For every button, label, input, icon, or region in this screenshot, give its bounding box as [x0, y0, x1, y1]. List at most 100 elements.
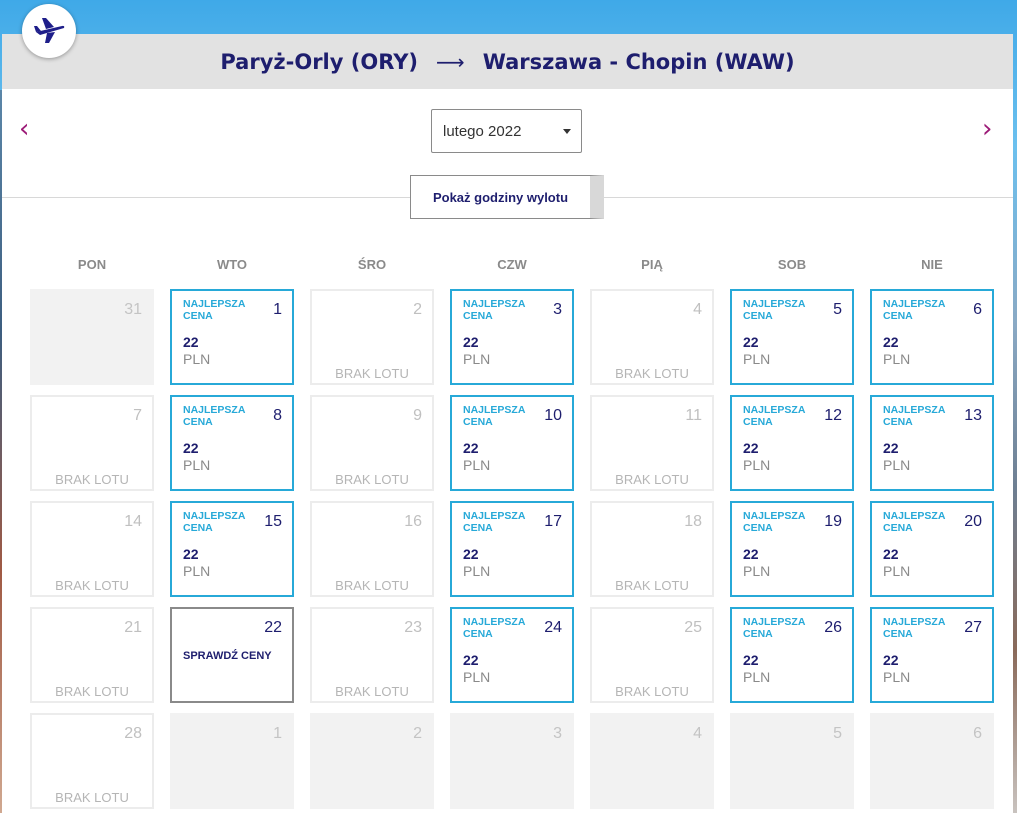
calendar-day-cell: 1: [170, 713, 294, 809]
previous-month-arrow[interactable]: ‹: [19, 116, 29, 142]
day-number: 1: [273, 301, 282, 318]
calendar-day-cell: BRAK LOTU 9: [310, 395, 434, 491]
day-number: 6: [973, 301, 982, 318]
price-value: 22: [883, 652, 899, 668]
best-price-badge: NAJLEPSZA CENA: [743, 298, 806, 322]
weekday-label: PON: [77, 257, 107, 272]
no-flight-label: BRAK LOTU: [55, 684, 129, 699]
calendar-day-cell[interactable]: SPRAWDŹ CENY 22: [170, 607, 294, 703]
no-flight-label: BRAK LOTU: [615, 366, 689, 381]
day-number: 17: [544, 513, 562, 530]
price-value: 22: [463, 440, 479, 456]
day-number: 3: [553, 301, 562, 318]
calendar-day-cell: BRAK LOTU 4: [590, 289, 714, 385]
calendar-day-cell: BRAK LOTU 18: [590, 501, 714, 597]
price-currency: PLN: [743, 351, 771, 367]
best-price-badge: NAJLEPSZA CENA: [743, 510, 806, 534]
price-currency: PLN: [463, 563, 491, 579]
calendar-day-cell[interactable]: NAJLEPSZA CENA 22 PLN 19: [730, 501, 854, 597]
best-price-badge: NAJLEPSZA CENA: [183, 510, 246, 534]
best-price-badge: NAJLEPSZA CENA: [883, 298, 946, 322]
no-flight-label: BRAK LOTU: [55, 472, 129, 487]
weekday-label: WTO: [216, 257, 248, 272]
price-value: 22: [883, 546, 899, 562]
day-number: 4: [693, 301, 702, 318]
best-price-badge: NAJLEPSZA CENA: [883, 404, 946, 428]
calendar-day-cell[interactable]: NAJLEPSZA CENA 22 PLN 5: [730, 289, 854, 385]
price-value: 22: [743, 652, 759, 668]
day-number: 20: [964, 513, 982, 530]
price-currency: PLN: [883, 457, 911, 473]
weekday-label: CZW: [497, 257, 527, 272]
calendar-day-cell: 4: [590, 713, 714, 809]
no-flight-label: BRAK LOTU: [335, 578, 409, 593]
calendar-day-cell[interactable]: NAJLEPSZA CENA 22 PLN 12: [730, 395, 854, 491]
origin-airport: Paryż-Orly (ORY): [220, 49, 419, 74]
day-number: 27: [964, 619, 982, 636]
calendar-day-cell[interactable]: NAJLEPSZA CENA 22 PLN 10: [450, 395, 574, 491]
weekday-label: SOB: [777, 257, 807, 272]
price-currency: PLN: [463, 457, 491, 473]
day-number: 2: [413, 725, 422, 742]
price-value: 22: [183, 440, 199, 456]
calendar-day-cell[interactable]: NAJLEPSZA CENA 22 PLN 17: [450, 501, 574, 597]
day-number: 24: [544, 619, 562, 636]
day-number: 6: [973, 725, 982, 742]
best-price-badge: NAJLEPSZA CENA: [883, 616, 946, 640]
price-value: 22: [463, 652, 479, 668]
month-select-value: lutego 2022: [443, 122, 522, 140]
calendar-day-cell[interactable]: NAJLEPSZA CENA 22 PLN 6: [870, 289, 994, 385]
price-currency: PLN: [883, 563, 911, 579]
best-price-badge: NAJLEPSZA CENA: [463, 510, 526, 534]
calendar-day-cell[interactable]: NAJLEPSZA CENA 22 PLN 24: [450, 607, 574, 703]
day-number: 7: [133, 407, 142, 424]
best-price-badge: NAJLEPSZA CENA: [183, 298, 246, 322]
best-price-badge: NAJLEPSZA CENA: [463, 616, 526, 640]
price-value: 22: [463, 546, 479, 562]
day-number: 28: [124, 725, 142, 742]
calendar-day-cell: BRAK LOTU 11: [590, 395, 714, 491]
day-number: 2: [413, 301, 422, 318]
calendar-day-cell[interactable]: NAJLEPSZA CENA 22 PLN 1: [170, 289, 294, 385]
calendar-day-cell: 31: [30, 289, 154, 385]
show-departure-times-button[interactable]: Pokaż godziny wylotu: [410, 175, 604, 219]
calendar-day-cell[interactable]: NAJLEPSZA CENA 22 PLN 27: [870, 607, 994, 703]
no-flight-label: BRAK LOTU: [335, 366, 409, 381]
price-currency: PLN: [183, 457, 211, 473]
calendar-day-cell: BRAK LOTU 25: [590, 607, 714, 703]
day-number: 11: [685, 407, 702, 424]
day-number: 4: [693, 725, 702, 742]
price-value: 22: [743, 546, 759, 562]
airplane-icon: [34, 18, 65, 43]
price-value: 22: [883, 440, 899, 456]
best-price-badge: NAJLEPSZA CENA: [463, 298, 526, 322]
calendar-day-cell[interactable]: NAJLEPSZA CENA 22 PLN 3: [450, 289, 574, 385]
price-value: 22: [183, 334, 199, 350]
calendar-day-cell[interactable]: NAJLEPSZA CENA 22 PLN 20: [870, 501, 994, 597]
price-value: 22: [883, 334, 899, 350]
no-flight-label: BRAK LOTU: [55, 578, 129, 593]
calendar-day-cell[interactable]: NAJLEPSZA CENA 22 PLN 8: [170, 395, 294, 491]
calendar-day-cell: BRAK LOTU 28: [30, 713, 154, 809]
calendar-day-cell[interactable]: NAJLEPSZA CENA 22 PLN 26: [730, 607, 854, 703]
next-month-arrow[interactable]: ›: [982, 116, 992, 142]
calendar-day-cell: 6: [870, 713, 994, 809]
calendar-day-cell: BRAK LOTU 2: [310, 289, 434, 385]
weekday-label: ŚRO: [357, 257, 387, 272]
day-number: 22: [264, 619, 282, 636]
no-flight-label: BRAK LOTU: [615, 472, 689, 487]
calendar-day-cell: 5: [730, 713, 854, 809]
calendar-day-cell[interactable]: NAJLEPSZA CENA 22 PLN 15: [170, 501, 294, 597]
day-number: 5: [833, 725, 842, 742]
day-number: 25: [684, 619, 702, 636]
month-select[interactable]: lutego 2022: [431, 109, 582, 153]
best-price-badge: NAJLEPSZA CENA: [743, 616, 806, 640]
weekday-label: PIĄ: [641, 257, 663, 272]
calendar-day-cell[interactable]: NAJLEPSZA CENA 22 PLN 13: [870, 395, 994, 491]
day-number: 15: [264, 513, 282, 530]
price-currency: PLN: [743, 669, 771, 685]
route-arrow-icon: ⟶: [436, 49, 465, 74]
day-number: 26: [824, 619, 842, 636]
price-value: 22: [463, 334, 479, 350]
day-number: 21: [124, 619, 142, 636]
